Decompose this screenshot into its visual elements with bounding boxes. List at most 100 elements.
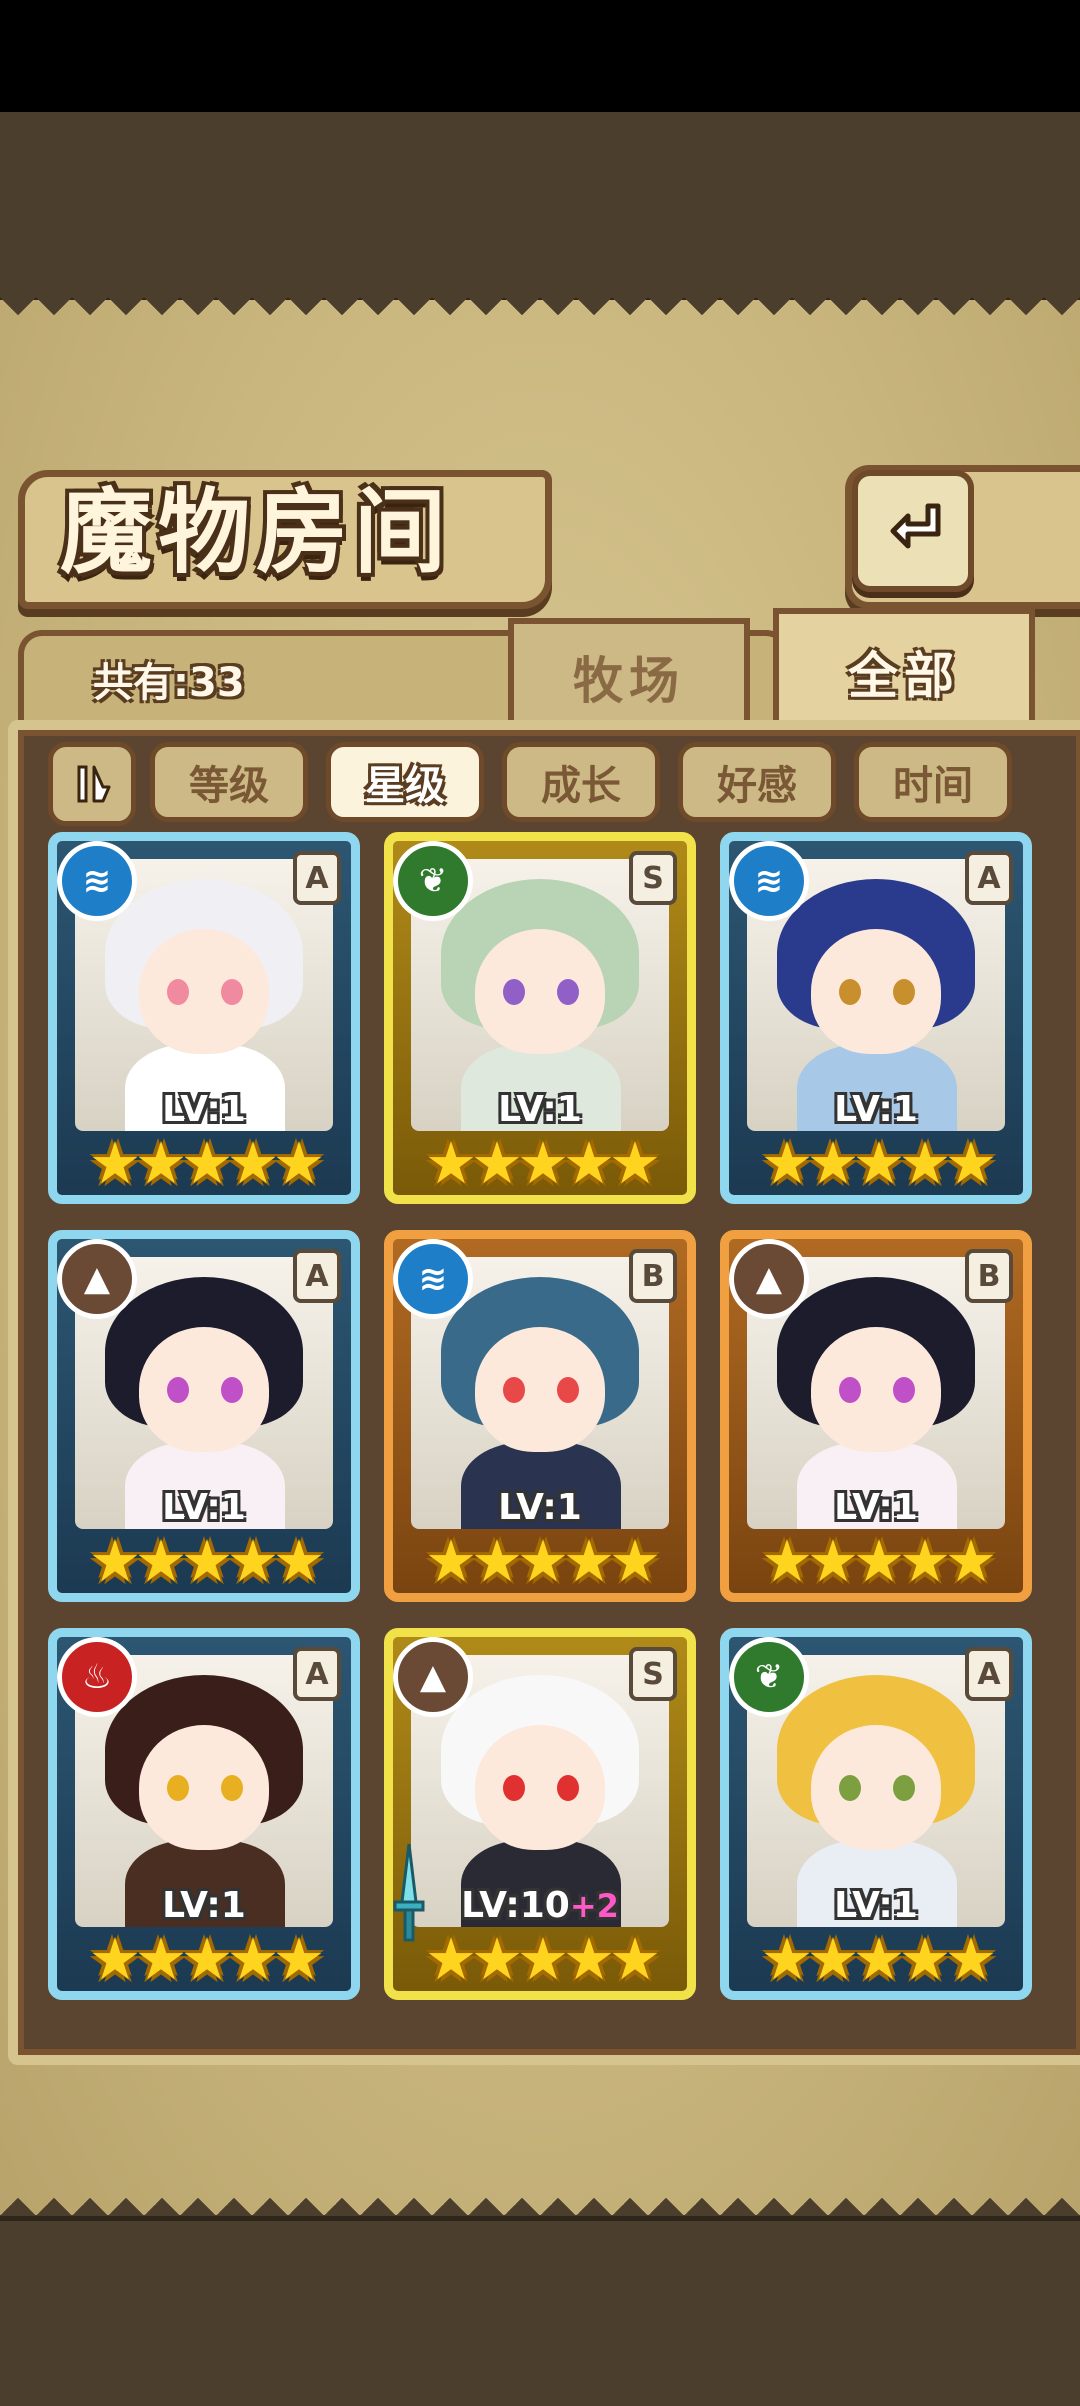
star-rating: ★★★★★	[729, 1929, 1023, 1989]
star-icon: ★	[853, 1925, 905, 1993]
star-rating: ★★★★★	[729, 1531, 1023, 1591]
star-icon: ★	[135, 1527, 187, 1595]
monster-count: 共有:33	[93, 660, 245, 706]
sort-growth-button[interactable]: 成长	[502, 742, 660, 822]
star-icon: ★	[761, 1925, 813, 1993]
rank-badge: A	[965, 1647, 1013, 1701]
water-element-icon: ≋	[729, 841, 809, 921]
rank-badge: A	[293, 1249, 341, 1303]
monster-card[interactable]: ≋ A LV:1 ★★★★★	[720, 832, 1032, 1204]
star-icon: ★	[899, 1925, 951, 1993]
top-band	[0, 112, 1080, 303]
monster-card[interactable]: ❦ S LV:1 ★★★★★	[384, 832, 696, 1204]
star-rating: ★★★★★	[57, 1929, 351, 1989]
earth-element-icon: ▲	[57, 1239, 137, 1319]
star-rating: ★★★★★	[57, 1531, 351, 1591]
star-icon: ★	[563, 1527, 615, 1595]
star-icon: ★	[227, 1925, 279, 1993]
rank-badge: A	[965, 851, 1013, 905]
rank-badge: S	[629, 851, 677, 905]
star-icon: ★	[227, 1129, 279, 1197]
level-label: LV:10+2	[393, 1885, 687, 1926]
star-icon: ★	[517, 1129, 569, 1197]
star-icon: ★	[471, 1925, 523, 1993]
star-rating: ★★★★★	[729, 1133, 1023, 1193]
level-value: LV:1	[834, 1487, 918, 1528]
star-icon: ★	[945, 1925, 997, 1993]
star-icon: ★	[89, 1129, 141, 1197]
level-label: LV:1	[57, 1885, 351, 1926]
water-element-icon: ≋	[57, 841, 137, 921]
monster-card[interactable]: ▲ S LV:10+2 ★★★★★	[384, 1628, 696, 2000]
rank-badge: S	[629, 1647, 677, 1701]
level-bonus: +2	[569, 1887, 619, 1925]
zigzag-border-top	[0, 297, 1080, 333]
bottom-band	[0, 2215, 1080, 2406]
level-value: LV:1	[162, 1885, 246, 1926]
leaf-element-icon: ❦	[729, 1637, 809, 1717]
star-icon: ★	[181, 1527, 233, 1595]
star-icon: ★	[761, 1527, 813, 1595]
sort-order-toggle-icon	[77, 765, 111, 803]
level-label: LV:1	[393, 1089, 687, 1130]
sort-row: 等级 星级 成长 好感 时间	[48, 742, 1048, 826]
monster-card[interactable]: ≋ A LV:1 ★★★★★	[48, 832, 360, 1204]
star-icon: ★	[273, 1129, 325, 1197]
rank-badge: B	[965, 1249, 1013, 1303]
level-label: LV:1	[729, 1885, 1023, 1926]
star-icon: ★	[945, 1129, 997, 1197]
star-rating: ★★★★★	[393, 1929, 687, 1989]
water-element-icon: ≋	[393, 1239, 473, 1319]
level-label: LV:1	[393, 1487, 687, 1528]
tab-bar: 共有:33 牧场 全部	[18, 608, 1058, 729]
star-rating: ★★★★★	[393, 1531, 687, 1591]
sort-level-button[interactable]: 等级	[150, 742, 308, 822]
star-icon: ★	[273, 1925, 325, 1993]
star-icon: ★	[471, 1129, 523, 1197]
monster-card[interactable]: ♨ A LV:1 ★★★★★	[48, 1628, 360, 2000]
star-icon: ★	[135, 1129, 187, 1197]
sort-time-button[interactable]: 时间	[854, 742, 1012, 822]
earth-element-icon: ▲	[393, 1637, 473, 1717]
star-icon: ★	[899, 1527, 951, 1595]
star-icon: ★	[273, 1527, 325, 1595]
level-value: LV:1	[162, 1089, 246, 1130]
star-icon: ★	[227, 1527, 279, 1595]
star-icon: ★	[609, 1925, 661, 1993]
sort-star-button[interactable]: 星级	[326, 742, 484, 822]
rank-badge: B	[629, 1249, 677, 1303]
status-bar	[0, 0, 1080, 112]
level-value: LV:1	[162, 1487, 246, 1528]
star-rating: ★★★★★	[393, 1133, 687, 1193]
star-icon: ★	[563, 1925, 615, 1993]
tab-farm[interactable]: 牧场	[508, 618, 750, 729]
star-icon: ★	[609, 1129, 661, 1197]
level-label: LV:1	[729, 1487, 1023, 1528]
fire-element-icon: ♨	[57, 1637, 137, 1717]
level-label: LV:1	[729, 1089, 1023, 1130]
back-button[interactable]	[852, 470, 974, 592]
monster-card[interactable]: ▲ B LV:1 ★★★★★	[720, 1230, 1032, 1602]
star-icon: ★	[517, 1925, 569, 1993]
star-icon: ★	[807, 1129, 859, 1197]
earth-element-icon: ▲	[729, 1239, 809, 1319]
sort-affection-button[interactable]: 好感	[678, 742, 836, 822]
tab-all[interactable]: 全部	[773, 608, 1035, 729]
monster-card[interactable]: ≋ B LV:1 ★★★★★	[384, 1230, 696, 1602]
star-icon: ★	[425, 1925, 477, 1993]
star-icon: ★	[563, 1129, 615, 1197]
monster-card[interactable]: ❦ A LV:1 ★★★★★	[720, 1628, 1032, 2000]
star-icon: ★	[761, 1129, 813, 1197]
level-value: LV:10	[461, 1885, 570, 1926]
monster-card[interactable]: ▲ A LV:1 ★★★★★	[48, 1230, 360, 1602]
level-label: LV:1	[57, 1089, 351, 1130]
level-value: LV:1	[498, 1089, 582, 1130]
star-icon: ★	[899, 1129, 951, 1197]
page-title: 魔物房间	[60, 478, 453, 586]
star-icon: ★	[135, 1925, 187, 1993]
rank-badge: A	[293, 851, 341, 905]
sort-toggle-button[interactable]	[48, 742, 136, 826]
star-rating: ★★★★★	[57, 1133, 351, 1193]
star-icon: ★	[425, 1129, 477, 1197]
star-icon: ★	[609, 1527, 661, 1595]
